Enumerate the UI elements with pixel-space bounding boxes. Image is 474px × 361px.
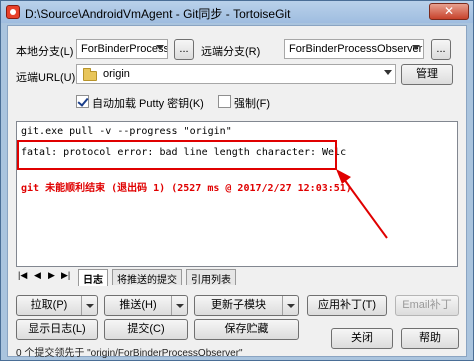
show-log-button[interactable]: 显示日志(L) bbox=[16, 319, 98, 340]
local-branch-browse-button[interactable]: ... bbox=[174, 39, 194, 60]
apply-patch-button[interactable]: 应用补丁(T) bbox=[307, 295, 387, 316]
commit-button[interactable]: 提交(C) bbox=[104, 319, 188, 340]
chevron-down-icon[interactable] bbox=[156, 45, 164, 50]
remote-url-combo[interactable]: origin bbox=[76, 64, 396, 84]
tab-scroll-last-icon[interactable]: ▶| bbox=[61, 270, 70, 281]
chevron-down-icon[interactable] bbox=[412, 45, 420, 50]
push-button[interactable]: 推送(H) bbox=[104, 295, 188, 316]
log-tabs: |◀ ◀ ▶ ▶| 日志 将推送的提交 引用列表 bbox=[16, 269, 458, 286]
chevron-down-icon[interactable] bbox=[171, 296, 187, 315]
force-checkbox[interactable] bbox=[218, 95, 231, 108]
email-patch-button[interactable]: Email补丁 bbox=[395, 295, 459, 316]
tab-commits-to-push[interactable]: 将推送的提交 bbox=[112, 269, 182, 286]
log-line: git.exe pull -v --progress "origin" bbox=[21, 126, 232, 137]
remote-branch-combo[interactable]: ForBinderProcessObserver bbox=[284, 39, 424, 59]
tortoisegit-icon bbox=[6, 5, 20, 19]
update-submodule-button[interactable]: 更新子模块 bbox=[194, 295, 299, 316]
stash-save-button[interactable]: 保存贮藏 bbox=[194, 319, 299, 340]
tab-scroll-first-icon[interactable]: |◀ bbox=[18, 270, 27, 281]
pull-button-label: 拉取(P) bbox=[30, 299, 68, 311]
force-label[interactable]: 强制(F) bbox=[234, 95, 270, 111]
autoload-putty-checkbox[interactable] bbox=[76, 95, 89, 108]
close-window-button[interactable]: ✕ bbox=[429, 3, 469, 20]
local-branch-label: 本地分支(L) bbox=[16, 46, 74, 58]
remote-branch-value: ForBinderProcessObserver bbox=[289, 43, 423, 55]
error-highlight-box bbox=[17, 140, 337, 170]
folder-icon bbox=[83, 68, 97, 81]
help-button[interactable]: 帮助 bbox=[401, 328, 459, 349]
chevron-down-icon[interactable] bbox=[384, 70, 392, 75]
autoload-putty-label[interactable]: 自动加载 Putty 密钥(K) bbox=[92, 95, 204, 111]
chevron-down-icon[interactable] bbox=[81, 296, 97, 315]
chevron-down-icon[interactable] bbox=[282, 296, 298, 315]
remote-branch-label: 远端分支(R) bbox=[201, 46, 261, 58]
manage-remotes-button[interactable]: 管理 bbox=[401, 64, 453, 85]
window: D:\Source\AndroidVmAgent - Git同步 - Torto… bbox=[0, 0, 474, 361]
title-bar[interactable]: D:\Source\AndroidVmAgent - Git同步 - Torto… bbox=[1, 1, 473, 23]
remote-branch-browse-button[interactable]: ... bbox=[431, 39, 451, 60]
tab-scroll-next-icon[interactable]: ▶ bbox=[48, 270, 55, 281]
update-submodule-label: 更新子模块 bbox=[211, 299, 266, 311]
local-branch-value: ForBinderProcessOI bbox=[81, 43, 167, 55]
remote-url-value: origin bbox=[103, 68, 130, 80]
local-branch-combo[interactable]: ForBinderProcessOI bbox=[76, 39, 168, 59]
push-button-label: 推送(H) bbox=[119, 299, 157, 311]
status-text: 0 个提交领先于 "origin/ForBinderProcessObserve… bbox=[16, 348, 243, 359]
window-title: D:\Source\AndroidVmAgent - Git同步 - Torto… bbox=[25, 7, 291, 21]
tab-ref-list[interactable]: 引用列表 bbox=[186, 269, 236, 286]
tab-log[interactable]: 日志 bbox=[78, 269, 108, 286]
log-line-error: git 未能顺利结束 (退出码 1) (2527 ms @ 2017/2/27 … bbox=[21, 183, 352, 194]
close-button[interactable]: 关闭 bbox=[331, 328, 393, 349]
pull-button[interactable]: 拉取(P) bbox=[16, 295, 98, 316]
remote-url-label: 远端URL(U): bbox=[16, 72, 79, 84]
tab-scroll-prev-icon[interactable]: ◀ bbox=[34, 270, 41, 281]
